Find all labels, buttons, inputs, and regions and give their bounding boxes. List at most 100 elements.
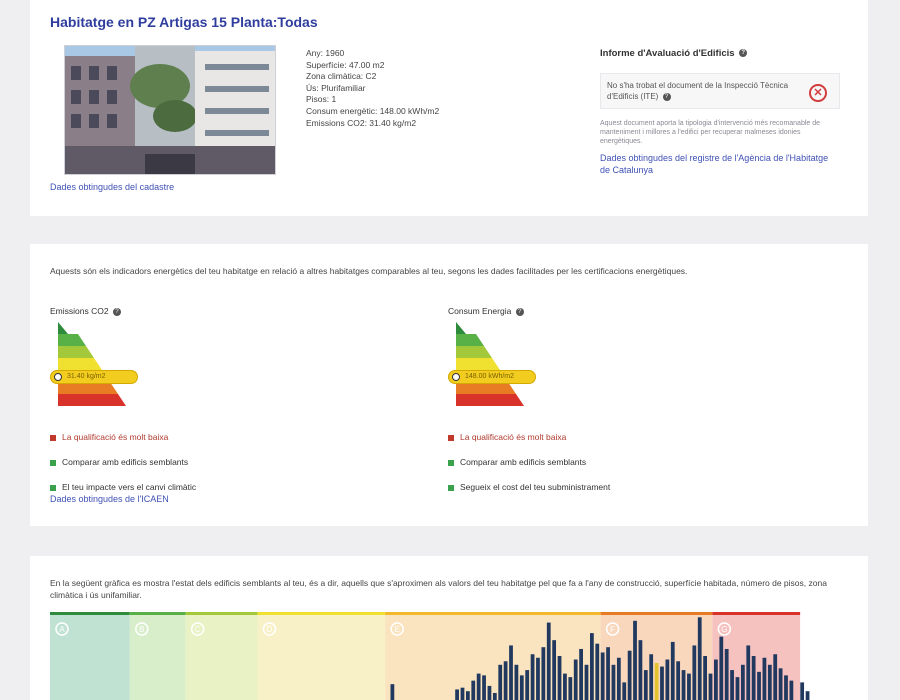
fact-use: Ús: Plurifamiliar [306, 82, 366, 93]
histogram-bar[interactable] [606, 647, 610, 700]
histogram-bar[interactable] [687, 673, 691, 700]
histogram-bar[interactable] [708, 673, 713, 700]
histogram-bar[interactable] [762, 657, 767, 700]
histogram-bar[interactable] [482, 675, 486, 700]
help-icon[interactable]: ? [515, 307, 524, 316]
histogram-bar[interactable] [616, 657, 621, 700]
histogram-bar[interactable] [784, 675, 788, 700]
indicators-intro: Aquests són els indicadors energètics de… [50, 266, 688, 276]
histogram-bar[interactable] [589, 633, 594, 700]
histogram-bar[interactable] [757, 671, 761, 700]
histogram-bar[interactable] [800, 682, 805, 700]
histogram-bar[interactable] [519, 675, 524, 700]
histogram-bar[interactable] [525, 670, 530, 700]
histogram-bar[interactable] [660, 666, 664, 700]
histogram-bar[interactable] [789, 680, 794, 700]
histogram-bar[interactable] [751, 656, 756, 700]
histogram-bar[interactable] [568, 677, 573, 700]
histogram-bar[interactable] [719, 636, 724, 700]
histogram-bar[interactable] [579, 648, 583, 700]
rating-band-label: G [721, 625, 727, 634]
rating-band-top-a [50, 612, 130, 615]
histogram-bar[interactable] [627, 650, 632, 700]
histogram-bar[interactable] [681, 670, 686, 700]
histogram-bar[interactable] [584, 664, 589, 700]
histogram-bar[interactable] [773, 654, 778, 700]
histogram-bar[interactable] [735, 677, 740, 700]
fact-surface: Superfície: 47.00 m2 [306, 59, 385, 70]
histogram-bar[interactable] [746, 645, 751, 700]
histogram-bar[interactable] [805, 691, 810, 700]
histogram-bar[interactable] [514, 664, 519, 700]
energy-bullet-cost[interactable]: Segueix el cost del teu subministrament [448, 482, 808, 507]
cadastre-link[interactable]: Dades obtingudes del cadastre [50, 182, 174, 192]
co2-bullet-low-rating[interactable]: La qualificació és molt baixa [50, 432, 410, 457]
histogram-bar[interactable] [730, 670, 734, 700]
histogram-bar[interactable] [778, 668, 783, 700]
fact-energy-consumption: Consum energètic: 148.00 kWh/m2 [306, 105, 440, 116]
histogram-bar[interactable] [536, 657, 540, 700]
comparison-chart: A B C D E F G [50, 612, 848, 700]
rating-band-top-g [712, 612, 801, 615]
histogram-bar[interactable] [557, 656, 562, 700]
histogram-bar[interactable] [503, 661, 508, 700]
comparison-card: En la següent gràfica es mostra l'estat … [30, 556, 868, 700]
energy-indicator-title-text: Consum Energia [448, 306, 512, 316]
energy-bullet-compare[interactable]: Comparar amb edificis semblants [448, 457, 808, 482]
histogram-bar[interactable] [724, 648, 729, 700]
histogram-bar[interactable] [676, 661, 681, 700]
energy-bullet-compare-text: Comparar amb edificis semblants [460, 457, 587, 467]
energy-rating-marker-value: 148.00 kWh/m2 [465, 373, 515, 380]
histogram-bar[interactable] [455, 689, 459, 700]
histogram-bar[interactable] [703, 656, 708, 700]
histogram-bar[interactable] [643, 670, 648, 700]
histogram-bar[interactable] [573, 659, 578, 700]
histogram-bar[interactable] [546, 622, 551, 700]
histogram-bar[interactable] [465, 691, 470, 700]
help-icon[interactable]: ? [662, 92, 671, 101]
property-card: Habitatge en PZ Artigas 15 Planta:Todas … [30, 0, 868, 216]
histogram-bar[interactable] [600, 652, 605, 700]
warning-dot-icon [448, 434, 454, 441]
iee-status-row: No s'ha trobat el document de la Inspecc… [600, 73, 840, 109]
rating-band-top-d [257, 612, 386, 615]
help-icon[interactable]: ? [112, 307, 121, 316]
histogram-bar[interactable] [649, 654, 654, 700]
histogram-bar[interactable] [487, 685, 492, 700]
histogram-bar[interactable] [530, 654, 535, 700]
co2-bullet-compare[interactable]: Comparar amb edificis semblants [50, 457, 410, 482]
histogram-bar[interactable] [460, 687, 465, 700]
ok-dot-icon [50, 484, 56, 491]
histogram-bar[interactable] [595, 643, 600, 700]
rating-band-label: B [139, 625, 144, 634]
co2-rating-scale-graphic [58, 322, 126, 406]
iee-source-link[interactable]: Dades obtingudes del registre de l'Agènc… [600, 152, 840, 176]
histogram-bar[interactable] [563, 673, 567, 700]
histogram-bar[interactable] [740, 664, 745, 700]
histogram-bar[interactable] [670, 641, 675, 700]
histogram-bar[interactable] [665, 659, 670, 700]
help-icon[interactable]: ? [739, 49, 748, 58]
histogram-bar[interactable] [498, 664, 503, 700]
energy-bullets: La qualificació és molt baixa Comparar a… [448, 432, 808, 507]
histogram-bar[interactable] [552, 640, 557, 700]
histogram-bar[interactable] [714, 659, 718, 700]
histogram-bar[interactable] [476, 673, 481, 700]
histogram-bar[interactable] [611, 664, 616, 700]
histogram-bar[interactable] [622, 682, 627, 700]
histogram-bar[interactable] [638, 640, 643, 700]
rating-band-label: C [195, 625, 201, 634]
icaen-source-link[interactable]: Dades obtingudes de l'ICAEN [50, 494, 169, 504]
histogram-bar[interactable] [697, 617, 702, 700]
histogram-bar-current[interactable] [654, 663, 659, 700]
histogram-bar[interactable] [492, 692, 497, 700]
energy-bullet-low-rating[interactable]: La qualificació és molt baixa [448, 432, 808, 457]
histogram-bar[interactable] [767, 664, 772, 700]
histogram-bar[interactable] [471, 680, 476, 700]
histogram-bar[interactable] [509, 645, 513, 700]
histogram-bar[interactable] [390, 684, 395, 700]
histogram-bar[interactable] [541, 647, 546, 700]
histogram-bar[interactable] [633, 620, 637, 700]
ok-dot-icon [448, 459, 454, 466]
histogram-bar[interactable] [692, 645, 697, 700]
